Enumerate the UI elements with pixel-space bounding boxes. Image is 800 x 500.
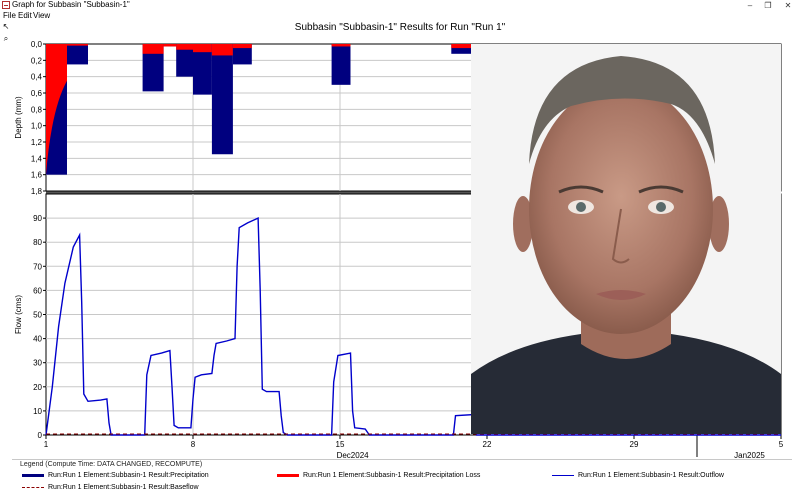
precipitation-loss-bar (193, 44, 212, 53)
legend-swatch (277, 473, 299, 477)
flow-tick-label: 60 (33, 286, 42, 295)
precipitation-loss-bar (176, 44, 193, 50)
depth-tick-label: 1,4 (31, 154, 43, 163)
flow-tick-label: 10 (33, 407, 42, 416)
legend-item-precipitation-loss: Run:Run 1 Element:Subbasin-1 Result:Prec… (277, 472, 480, 479)
depth-tick-label: 0,8 (31, 105, 43, 114)
legend-item-precipitation: Run:Run 1 Element:Subbasin-1 Result:Prec… (22, 472, 209, 479)
chart-legend: Legend (Compute Time: DATA CHANGED, RECO… (12, 459, 792, 498)
flow-tick-label: 90 (33, 214, 42, 223)
precipitation-bar (211, 44, 233, 155)
legend-heading: Legend (Compute Time: DATA CHANGED, RECO… (20, 461, 203, 468)
precipitation-loss-bar (232, 44, 252, 49)
legend-label: Run:Run 1 Element:Subbasin-1 Result:Prec… (48, 472, 209, 479)
legend-label: Run:Run 1 Element:Subbasin-1 Result:Base… (48, 484, 199, 491)
precipitation-loss-bar (163, 44, 177, 47)
legend-label: Run:Run 1 Element:Subbasin-1 Result:Prec… (303, 472, 481, 479)
portrait-photo (471, 44, 781, 434)
depth-axis-label: Depth (mm) (14, 96, 23, 139)
legend-swatch (552, 474, 574, 476)
x-tick-label: 15 (336, 440, 345, 449)
flow-tick-label: 80 (33, 238, 42, 247)
precipitation-loss-bar (67, 44, 88, 46)
precipitation-loss-bar (142, 44, 164, 54)
flow-tick-label: 50 (33, 311, 42, 320)
x-tick-label: 22 (483, 440, 492, 449)
precipitation-bar (67, 44, 88, 65)
precipitation-bar (331, 44, 351, 85)
legend-item-baseflow: Run:Run 1 Element:Subbasin-1 Result:Base… (22, 484, 199, 491)
precipitation-loss-bar (211, 44, 233, 56)
legend-swatch (22, 486, 44, 488)
x-tick-label: 29 (630, 440, 639, 449)
flow-tick-label: 0 (38, 431, 43, 440)
flow-tick-label: 20 (33, 383, 42, 392)
depth-tick-label: 1,2 (31, 138, 43, 147)
depth-tick-label: 1,0 (31, 122, 43, 131)
depth-tick-label: 1,6 (31, 171, 43, 180)
x-tick-label: 8 (191, 440, 196, 449)
flow-axis-label: Flow (cms) (14, 295, 23, 334)
flow-tick-label: 70 (33, 262, 42, 271)
depth-tick-label: 0,0 (31, 40, 43, 49)
depth-tick-label: 0,4 (31, 73, 43, 82)
precipitation-loss-bar (331, 44, 351, 47)
x-tick-label: 1 (44, 440, 49, 449)
flow-tick-label: 40 (33, 335, 42, 344)
legend-label: Run:Run 1 Element:Subbasin-1 Result:Outf… (578, 472, 724, 479)
depth-tick-label: 0,6 (31, 89, 43, 98)
flow-tick-label: 30 (33, 359, 42, 368)
legend-swatch (22, 473, 44, 477)
depth-tick-label: 1,8 (31, 187, 43, 196)
depth-tick-label: 0,2 (31, 56, 43, 65)
legend-item-outflow: Run:Run 1 Element:Subbasin-1 Result:Outf… (552, 472, 724, 479)
x-tick-label: 5 (779, 440, 784, 449)
